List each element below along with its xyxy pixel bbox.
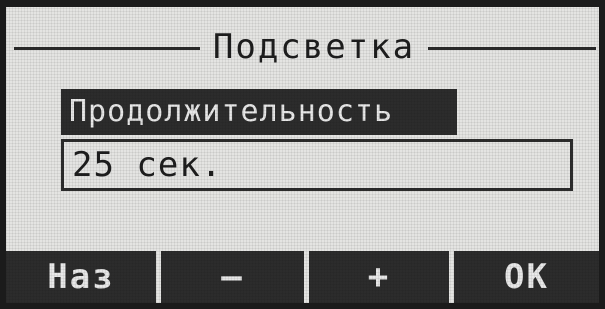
setting-label: Продолжительность [61, 89, 457, 135]
setting-value-field[interactable]: 25 сек. [61, 139, 573, 191]
lcd-screen: Подсветка Продолжительность 25 сек. Наз … [6, 7, 599, 303]
increase-softkey[interactable]: + [309, 251, 449, 303]
decrease-softkey[interactable]: – [161, 251, 304, 303]
back-softkey[interactable]: Наз [6, 251, 156, 303]
title-rule-left [14, 47, 200, 50]
softkey-bar: Наз – + ОК [6, 251, 599, 303]
ok-softkey[interactable]: ОК [454, 251, 599, 303]
screen-title: Подсветка [212, 27, 416, 67]
title-rule-right [428, 47, 596, 50]
